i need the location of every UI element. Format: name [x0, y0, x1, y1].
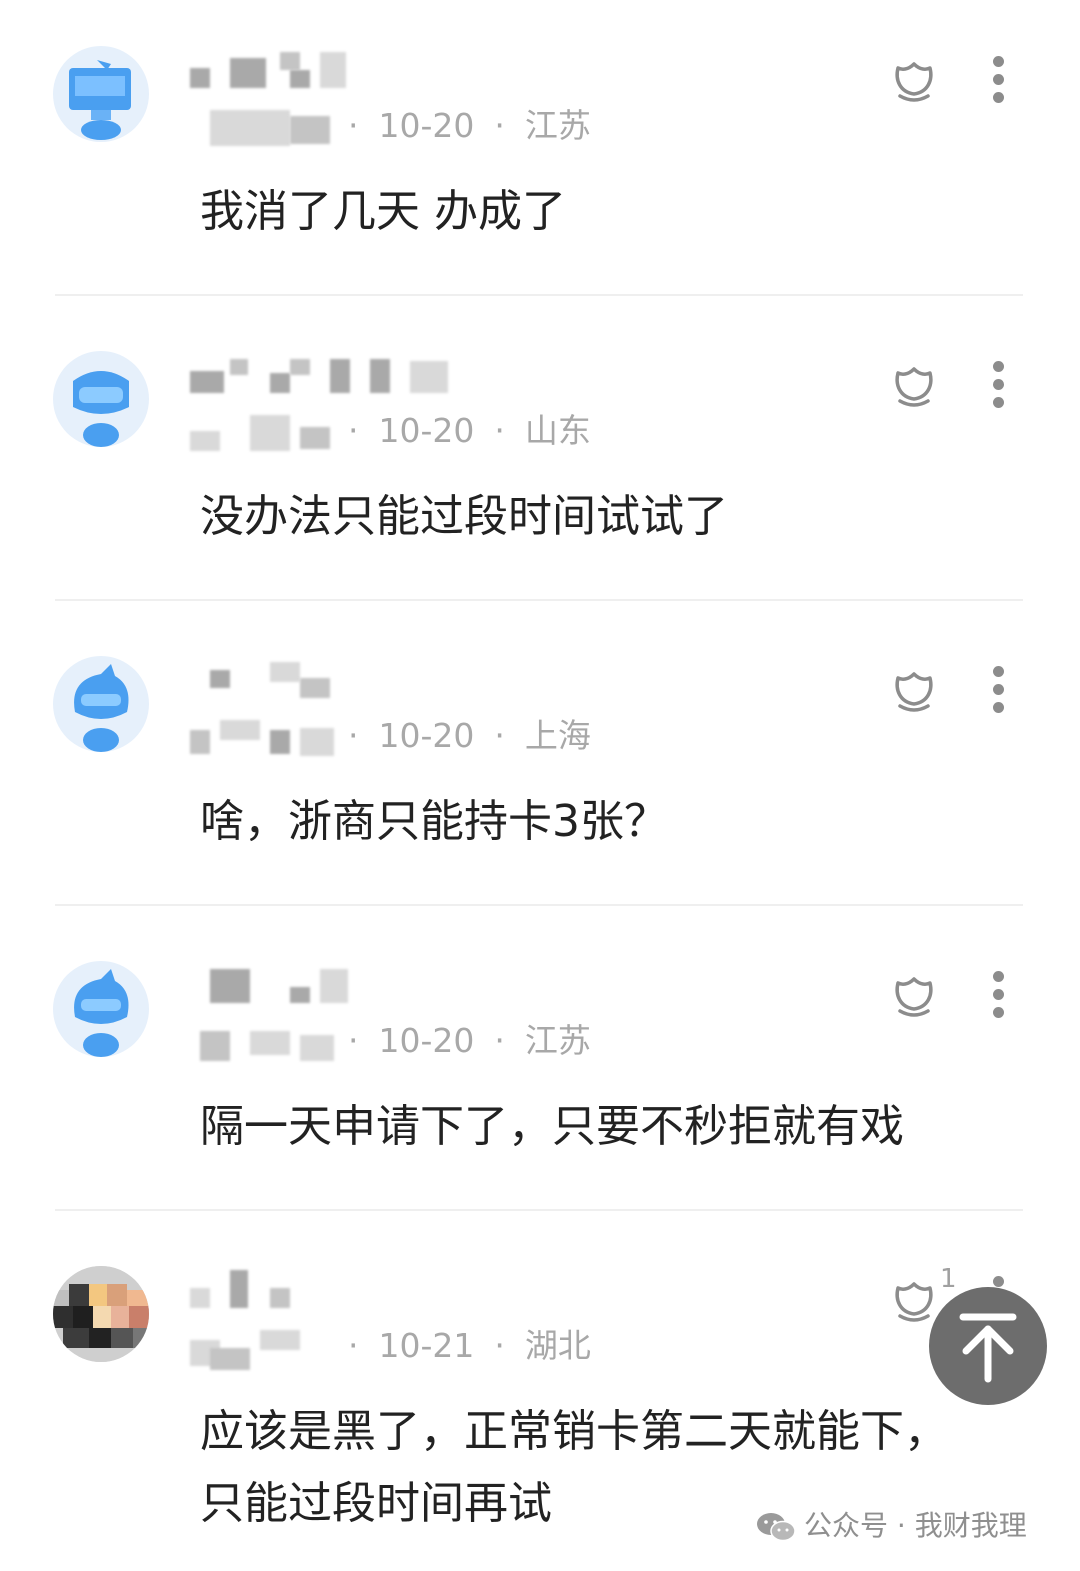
user-avatar-icon	[73, 371, 129, 447]
separator: ·	[348, 1021, 359, 1060]
user-badge	[190, 1330, 340, 1370]
user-avatar-icon	[53, 1266, 149, 1362]
comment-date: 10-20	[378, 1021, 475, 1060]
comment-meta: · 10-20 · 山东	[348, 409, 591, 453]
more-options-icon[interactable]	[988, 971, 1008, 1019]
comment-location: 山东	[524, 411, 591, 450]
avatar[interactable]	[53, 1266, 149, 1362]
like-icon[interactable]	[892, 58, 936, 104]
scroll-to-top-button[interactable]	[929, 1287, 1047, 1405]
comment-date: 10-20	[378, 106, 475, 145]
wechat-icon	[757, 1513, 796, 1542]
comment-meta: · 10-20 · 江苏	[348, 104, 591, 148]
username[interactable]	[190, 1270, 450, 1314]
comment-meta: · 10-20 · 上海	[348, 714, 591, 758]
username[interactable]	[190, 965, 450, 1009]
watermark-text: 公众号 · 我财我理	[804, 1509, 1027, 1542]
watermark: 公众号 · 我财我理	[756, 1508, 1027, 1544]
separator: ·	[348, 106, 359, 145]
avatar[interactable]	[53, 46, 149, 142]
like-icon[interactable]	[892, 973, 936, 1019]
user-avatar-icon	[74, 969, 129, 1057]
separator: ·	[494, 716, 505, 755]
username[interactable]	[190, 660, 450, 704]
comment-date: 10-20	[378, 716, 475, 755]
separator: ·	[348, 1326, 359, 1365]
user-badge	[190, 415, 340, 455]
comment-item: · 10-20 · 江苏 隔一天申请下了，只要不秒拒就有戏	[0, 915, 1080, 1220]
more-options-icon[interactable]	[988, 56, 1008, 104]
comment-text-line: 应该是黑了，正常销卡第二天就能下，	[200, 1406, 948, 1457]
comment-date: 10-20	[378, 411, 475, 450]
separator: ·	[348, 411, 359, 450]
comment-location: 上海	[524, 716, 591, 755]
user-avatar-icon	[69, 60, 131, 140]
separator: ·	[494, 1021, 505, 1060]
comment-text: 没办法只能过段时间试试了	[200, 491, 728, 542]
comment-item: · 10-20 · 江苏 我消了几天 办成了	[0, 0, 1080, 305]
username[interactable]	[190, 355, 450, 399]
like-icon[interactable]	[892, 363, 936, 409]
comment-item: · 10-20 · 上海 啥，浙商只能持卡3张？	[0, 610, 1080, 915]
username[interactable]	[190, 50, 450, 94]
comment-text: 我消了几天 办成了	[200, 186, 566, 237]
separator: ·	[494, 106, 505, 145]
comment-text: 隔一天申请下了，只要不秒拒就有戏	[200, 1101, 904, 1152]
comment-meta: · 10-21 · 湖北	[348, 1324, 591, 1368]
avatar[interactable]	[53, 961, 149, 1057]
avatar[interactable]	[53, 656, 149, 752]
divider	[55, 1209, 1023, 1211]
user-avatar-icon	[74, 664, 129, 752]
comment-text: 啥，浙商只能持卡3张？	[200, 796, 668, 847]
separator: ·	[348, 716, 359, 755]
arrow-up-icon	[959, 1313, 1017, 1383]
more-options-icon[interactable]	[988, 666, 1008, 714]
user-badge	[190, 110, 340, 150]
divider	[55, 599, 1023, 601]
more-options-icon[interactable]	[988, 361, 1008, 409]
user-badge	[190, 1025, 340, 1065]
user-badge	[190, 720, 340, 760]
comment-meta: · 10-20 · 江苏	[348, 1019, 591, 1063]
avatar[interactable]	[53, 351, 149, 447]
divider	[55, 294, 1023, 296]
comment-item: · 10-20 · 山东 没办法只能过段时间试试了	[0, 305, 1080, 610]
divider	[55, 904, 1023, 906]
like-icon[interactable]	[892, 668, 936, 714]
comment-location: 江苏	[524, 1021, 591, 1060]
separator: ·	[494, 1326, 505, 1365]
comment-location: 江苏	[524, 106, 591, 145]
separator: ·	[494, 411, 505, 450]
comment-date: 10-21	[378, 1326, 475, 1365]
comment-location: 湖北	[524, 1326, 591, 1365]
